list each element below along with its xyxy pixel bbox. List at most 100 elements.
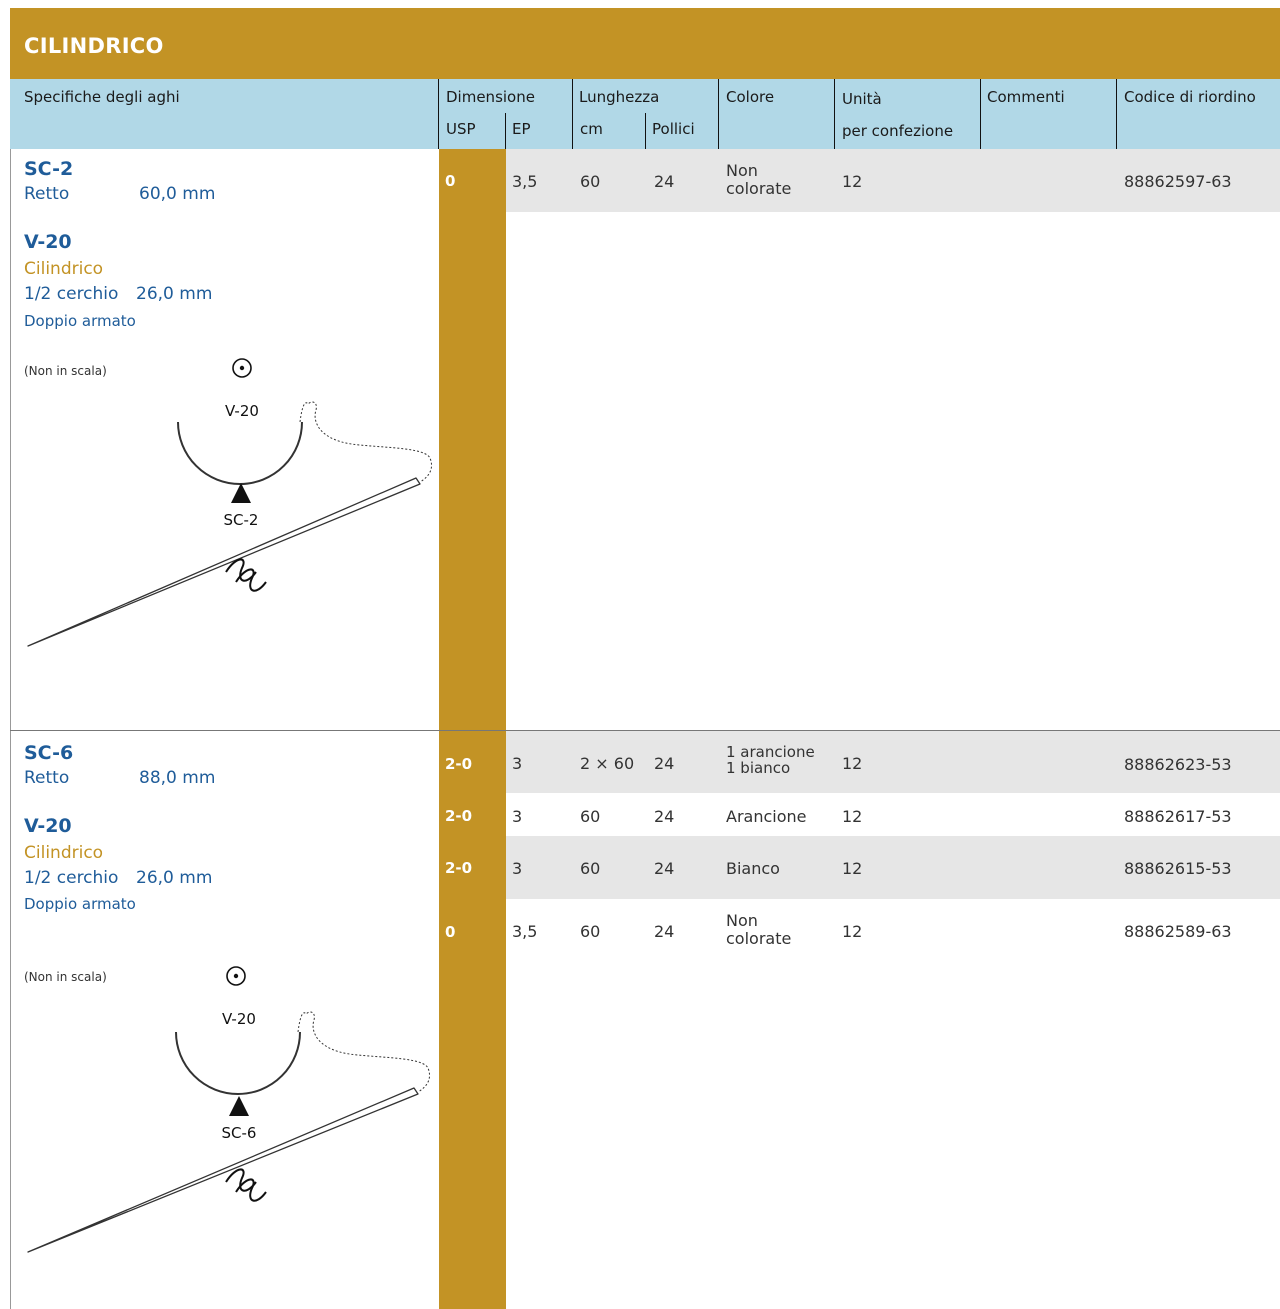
cell-unita: 12 xyxy=(842,922,863,941)
cell-pollici: 24 xyxy=(654,172,675,191)
needle-point: Cilindrico xyxy=(24,843,104,863)
cell-unita: 12 xyxy=(842,859,863,878)
diagram-label-top: V-20 xyxy=(225,402,259,420)
header-dimensione: Dimensione xyxy=(446,88,535,106)
column-divider xyxy=(505,113,506,149)
cell-cm: 60 xyxy=(580,859,601,878)
cell-cm: 2 × 60 xyxy=(580,754,635,773)
cell-pollici: 24 xyxy=(654,922,675,941)
header-commenti: Commenti xyxy=(987,88,1065,106)
needle-shape: Retto xyxy=(24,768,70,788)
cell-codice: 88862623-53 xyxy=(1124,755,1232,774)
cell-ep: 3 xyxy=(512,754,523,773)
cell-cm: 60 xyxy=(580,922,601,941)
header-ep: EP xyxy=(512,120,531,138)
cell-unita: 12 xyxy=(842,807,863,826)
cell-usp: 0 xyxy=(445,172,456,190)
header-lunghezza: Lunghezza xyxy=(579,88,660,106)
needle-name: SC-6 xyxy=(24,742,74,764)
cell-codice: 88862617-53 xyxy=(1124,807,1232,826)
armed-note: Doppio armato xyxy=(24,312,136,330)
triangle-point-icon xyxy=(231,483,251,503)
column-divider xyxy=(645,113,646,149)
armed-note: Doppio armato xyxy=(24,895,136,913)
needle-spec: Retto 88,0 mm xyxy=(24,768,215,788)
needle-shape: Retto xyxy=(24,184,70,204)
needle-name: SC-2 xyxy=(24,158,74,180)
cell-colore-line: 1 bianco xyxy=(726,759,791,777)
cell-colore-line: Non xyxy=(726,161,758,180)
cell-cm: 60 xyxy=(580,807,601,826)
cell-unita: 12 xyxy=(842,754,863,773)
needle-diagram: V-20 SC-2 xyxy=(27,358,433,647)
header-usp: USP xyxy=(446,120,476,138)
needle-name: V-20 xyxy=(24,231,72,253)
cell-unita: 12 xyxy=(842,172,863,191)
cell-colore-line: colorate xyxy=(726,179,792,198)
column-divider xyxy=(1116,79,1117,149)
cell-usp: 0 xyxy=(445,923,456,941)
suture-thread xyxy=(297,1011,431,1093)
column-divider xyxy=(834,79,835,149)
cell-colore-line: 1 arancione xyxy=(726,743,815,761)
needle-length: 60,0 mm xyxy=(139,184,216,204)
header-codice: Codice di riordino xyxy=(1124,88,1256,106)
round-body-dot xyxy=(239,365,245,371)
header-colore: Colore xyxy=(726,88,775,106)
diagram-label-bottom: SC-6 xyxy=(222,1124,257,1142)
title-bar: CILINDRICO xyxy=(10,8,1280,79)
curved-needle xyxy=(175,1031,301,1095)
cell-codice: 88862597-63 xyxy=(1124,172,1232,191)
needle-spec: 1/2 cerchio 26,0 mm xyxy=(24,284,212,304)
cell-pollici: 24 xyxy=(654,859,675,878)
column-divider xyxy=(438,79,439,149)
cell-pollici: 24 xyxy=(654,807,675,826)
cell-codice: 88862615-53 xyxy=(1124,859,1232,878)
cell-ep: 3 xyxy=(512,807,523,826)
straight-needle xyxy=(27,477,421,647)
cell-colore: Arancione xyxy=(726,807,807,826)
cell-ep: 3,5 xyxy=(512,172,538,191)
header-per-confezione: per confezione xyxy=(842,122,954,140)
column-divider xyxy=(572,79,573,149)
cell-usp: 2-0 xyxy=(445,859,473,877)
needle-spec: 1/2 cerchio 26,0 mm xyxy=(24,868,212,888)
header-cm: cm xyxy=(580,120,603,138)
header-unita: Unità xyxy=(842,90,882,108)
curved-needle xyxy=(177,421,303,485)
column-divider xyxy=(980,79,981,149)
needle-spec: Retto 60,0 mm xyxy=(24,184,215,204)
round-body-dot xyxy=(233,973,239,979)
suture-thread xyxy=(299,401,433,483)
needle-shape: 1/2 cerchio xyxy=(24,284,119,304)
usp-column-band xyxy=(439,149,506,730)
straight-needle xyxy=(27,1087,419,1253)
cell-pollici: 24 xyxy=(654,754,675,773)
cell-ep: 3 xyxy=(512,859,523,878)
header-pollici: Pollici xyxy=(652,120,695,138)
cell-colore-line: Non xyxy=(726,911,758,930)
table-left-border xyxy=(10,149,11,1309)
diagram-label-top: V-20 xyxy=(222,1010,256,1028)
cell-colore-line: colorate xyxy=(726,929,792,948)
page-title: CILINDRICO xyxy=(24,34,164,58)
cell-colore: Non colorate xyxy=(726,162,791,198)
cell-colore: 1 arancione 1 bianco xyxy=(726,744,815,776)
diagram-label-bottom: SC-2 xyxy=(224,511,259,529)
needle-length: 26,0 mm xyxy=(136,284,213,304)
cell-codice: 88862589-63 xyxy=(1124,922,1232,941)
needle-shape: 1/2 cerchio xyxy=(24,868,119,888)
cell-colore: Non colorate xyxy=(726,912,791,948)
cell-ep: 3,5 xyxy=(512,922,538,941)
cell-usp: 2-0 xyxy=(445,807,473,825)
needle-diagram: V-20 SC-6 xyxy=(27,966,431,1253)
column-divider xyxy=(718,79,719,149)
header-specs: Specifiche degli aghi xyxy=(24,88,180,106)
needle-name: V-20 xyxy=(24,815,72,837)
needle-length: 88,0 mm xyxy=(139,768,216,788)
cell-usp: 2-0 xyxy=(445,755,473,773)
needle-length: 26,0 mm xyxy=(136,868,213,888)
needle-point: Cilindrico xyxy=(24,259,104,279)
triangle-point-icon xyxy=(229,1096,249,1116)
cell-colore: Bianco xyxy=(726,859,780,878)
